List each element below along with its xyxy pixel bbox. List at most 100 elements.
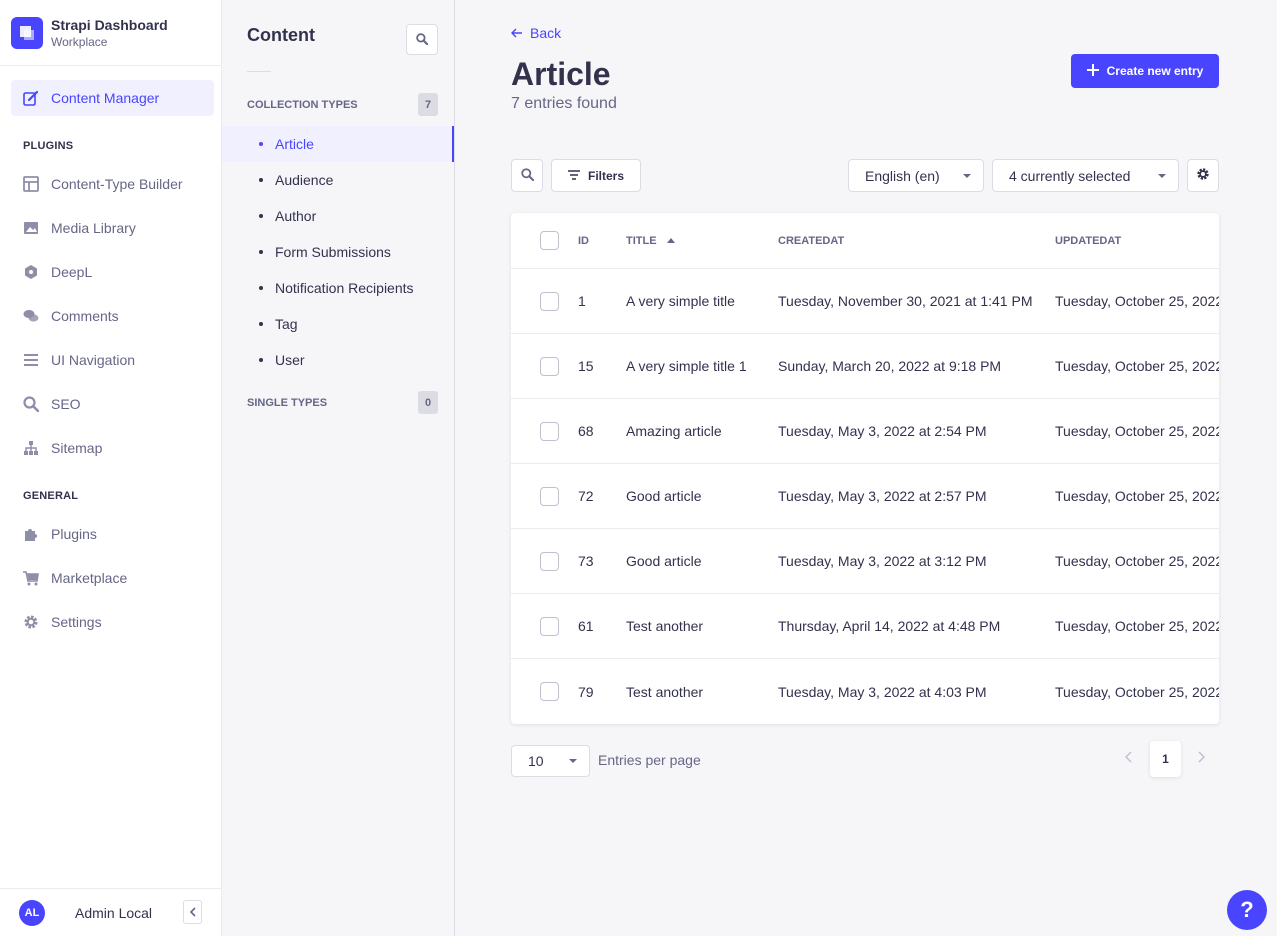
select-all-checkbox[interactable]	[540, 231, 559, 250]
subnav-item-user[interactable]: User	[222, 342, 454, 378]
create-entry-label: Create new entry	[1106, 64, 1204, 78]
brand-header: Strapi Dashboard Workplace	[0, 0, 221, 66]
row-checkbox[interactable]	[540, 616, 559, 636]
filter-icon	[567, 169, 580, 183]
subnav-item-label: User	[275, 352, 305, 368]
search-icon	[520, 167, 534, 184]
table-row[interactable]: 73 Good article Tuesday, May 3, 2022 at …	[511, 529, 1219, 594]
search-icon	[23, 396, 39, 412]
per-page-select[interactable]: 10	[511, 745, 590, 777]
create-entry-button[interactable]: Create new entry	[1071, 54, 1219, 88]
single-types-toggle[interactable]: SINGLE TYPES 0	[247, 391, 438, 414]
subnav-item-label: Article	[275, 136, 314, 152]
cell-title: A very simple title 1	[626, 358, 747, 374]
nav-label: Settings	[51, 614, 102, 630]
nav-deepl[interactable]: DeepL	[11, 254, 214, 290]
bullet-icon	[259, 286, 263, 290]
subnav-item-label: Audience	[275, 172, 334, 188]
table-row[interactable]: 72 Good article Tuesday, May 3, 2022 at …	[511, 464, 1219, 529]
nav-marketplace[interactable]: Marketplace	[11, 560, 214, 596]
help-button[interactable]: ?	[1227, 890, 1267, 930]
column-header-updatedat[interactable]: UPDATEDAT	[1055, 213, 1121, 268]
collection-types-toggle[interactable]: COLLECTION TYPES 7	[247, 93, 438, 116]
row-select-cell	[540, 529, 559, 593]
brand-title: Strapi Dashboard	[51, 16, 168, 33]
columns-value: 4 currently selected	[1009, 167, 1131, 184]
chevron-left-icon	[189, 904, 197, 920]
table-row[interactable]: 68 Amazing article Tuesday, May 3, 2022 …	[511, 399, 1219, 464]
filters-label: Filters	[587, 168, 624, 183]
cart-icon	[23, 570, 39, 586]
bullet-icon	[259, 178, 263, 182]
row-checkbox[interactable]	[540, 356, 559, 376]
subnav-item-audience[interactable]: Audience	[222, 162, 454, 198]
subnav-divider	[247, 71, 271, 72]
page-title: Article	[511, 56, 611, 92]
nav-label: Plugins	[51, 526, 97, 542]
subnav-title: Content	[247, 25, 315, 45]
nav-settings[interactable]: Settings	[11, 604, 214, 640]
column-header-createdat[interactable]: CREATEDAT	[778, 213, 844, 268]
strapi-logo-icon	[11, 16, 43, 49]
nav-ui-navigation[interactable]: UI Navigation	[11, 342, 214, 378]
cell-id: 1	[578, 293, 586, 309]
table-row[interactable]: 1 A very simple title Tuesday, November …	[511, 269, 1219, 334]
row-select-cell	[540, 399, 559, 463]
nav-label: Content Manager	[51, 90, 160, 106]
filters-button[interactable]: Filters	[551, 159, 641, 192]
row-checkbox[interactable]	[540, 421, 559, 441]
per-page-value: 10	[528, 753, 544, 769]
main-navigation: Strapi Dashboard Workplace Content Manag…	[0, 0, 222, 936]
bullet-icon	[259, 322, 263, 326]
nav-label: Sitemap	[51, 440, 103, 456]
single-types-heading: SINGLE TYPES	[247, 396, 328, 409]
previous-page-button[interactable]	[1118, 749, 1138, 769]
nav-content-type-builder[interactable]: Content-Type Builder	[11, 166, 214, 202]
cell-updatedat: Tuesday, October 25, 2022	[1055, 358, 1219, 374]
locale-select[interactable]: English (en)	[848, 159, 984, 192]
nav-sitemap[interactable]: Sitemap	[11, 430, 214, 466]
subnav-item-tag[interactable]: Tag	[222, 306, 454, 342]
subnav-item-form-submissions[interactable]: Form Submissions	[222, 234, 454, 270]
layout-icon	[23, 176, 39, 192]
subnav-item-notification-recipients[interactable]: Notification Recipients	[222, 270, 454, 306]
columns-select[interactable]: 4 currently selected	[992, 159, 1179, 192]
page-button-current[interactable]: 1	[1150, 741, 1181, 777]
cell-createdat: Tuesday, May 3, 2022 at 2:57 PM	[778, 488, 987, 504]
row-checkbox[interactable]	[540, 486, 559, 506]
cell-createdat: Tuesday, May 3, 2022 at 2:54 PM	[778, 423, 987, 439]
list-settings-button[interactable]	[1187, 159, 1219, 192]
subnav-search-button[interactable]	[406, 24, 438, 55]
column-header-id[interactable]: ID	[578, 213, 589, 268]
sitemap-icon	[23, 440, 39, 456]
next-page-button[interactable]	[1191, 749, 1211, 769]
row-checkbox[interactable]	[540, 291, 559, 311]
table-row[interactable]: 61 Test another Thursday, April 14, 2022…	[511, 594, 1219, 659]
column-header-title[interactable]: TITLE	[626, 213, 675, 268]
subnav-item-article[interactable]: Article	[222, 126, 454, 162]
cell-updatedat: Tuesday, October 25, 2022	[1055, 553, 1219, 569]
cell-updatedat: Tuesday, October 25, 2022	[1055, 618, 1219, 634]
table-row[interactable]: 15 A very simple title 1 Sunday, March 2…	[511, 334, 1219, 399]
back-link[interactable]: Back	[511, 25, 561, 41]
nav-label: Comments	[51, 308, 119, 324]
nav-comments[interactable]: Comments	[11, 298, 214, 334]
avatar: AL	[19, 899, 45, 926]
gear-icon	[1196, 167, 1210, 184]
user-name: Admin Local	[75, 904, 153, 921]
caret-down-icon	[963, 173, 971, 178]
collapse-nav-button[interactable]	[183, 900, 202, 924]
nav-seo[interactable]: SEO	[11, 386, 214, 422]
row-checkbox[interactable]	[540, 551, 559, 571]
nav-content-manager[interactable]: Content Manager	[11, 80, 214, 116]
user-menu[interactable]: AL Admin Local	[0, 888, 221, 936]
table-row[interactable]: 79 Test another Tuesday, May 3, 2022 at …	[511, 659, 1219, 724]
search-button[interactable]	[511, 159, 543, 192]
single-count-badge: 0	[418, 391, 438, 414]
nav-plugins[interactable]: Plugins	[11, 516, 214, 552]
subnav-item-author[interactable]: Author	[222, 198, 454, 234]
plugins-heading: PLUGINS	[23, 140, 74, 152]
nav-media-library[interactable]: Media Library	[11, 210, 214, 246]
row-checkbox[interactable]	[540, 682, 559, 701]
table-header-row: ID TITLE CREATEDAT UPDATEDAT	[511, 213, 1219, 269]
